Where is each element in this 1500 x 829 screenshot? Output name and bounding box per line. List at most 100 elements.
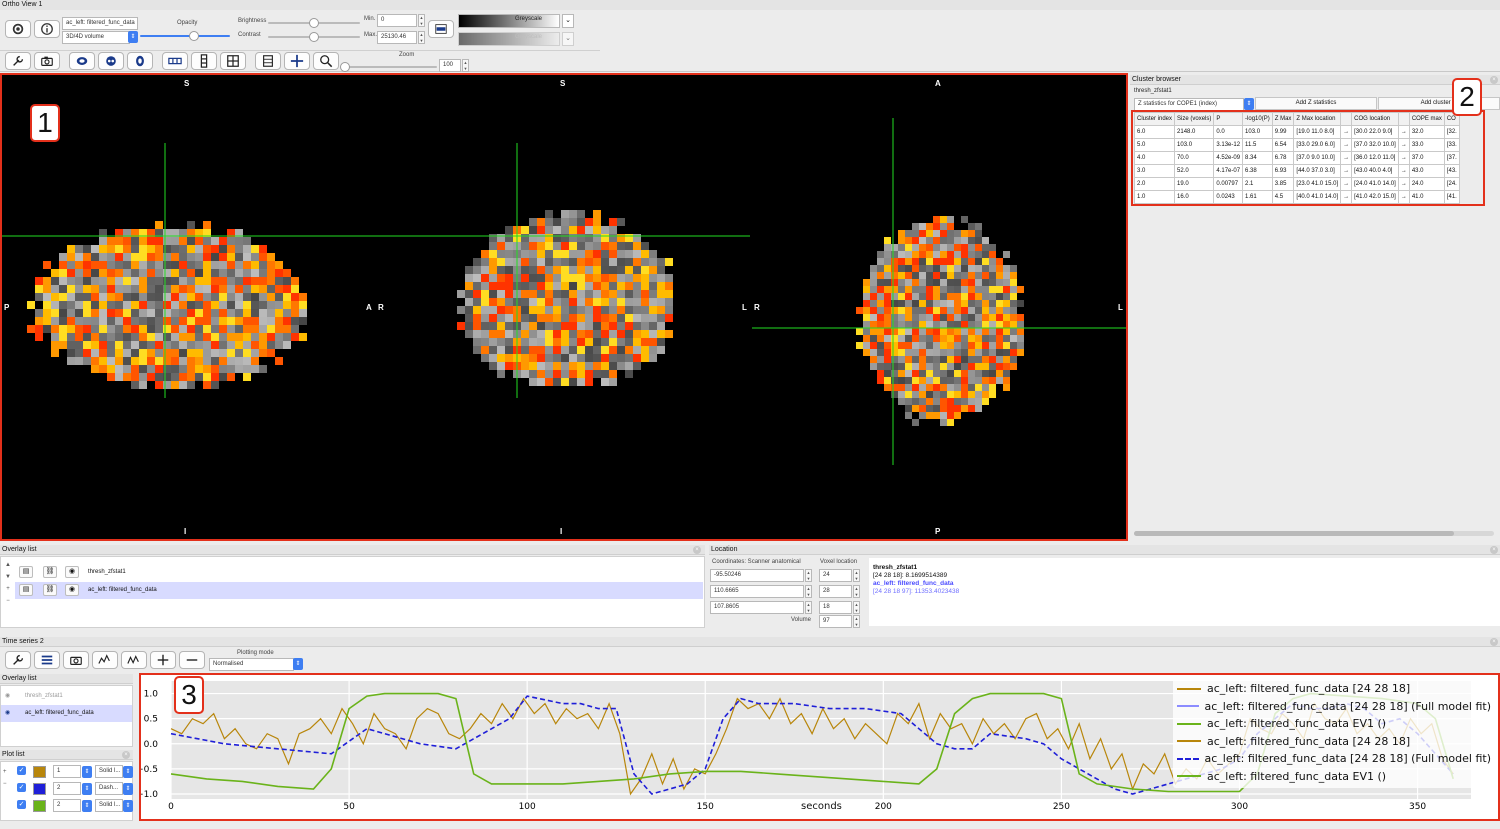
grid-layout-icon[interactable] (220, 52, 246, 70)
camera-icon[interactable] (63, 651, 89, 669)
plot-color-swatch[interactable] (33, 800, 46, 812)
zoom-slider[interactable] (340, 62, 437, 72)
save-icon[interactable]: ▤ (19, 566, 33, 578)
contrast-slider-knob[interactable] (309, 32, 319, 42)
eye-icon[interactable]: ◉ (65, 584, 79, 596)
plot-list-controls[interactable]: + − (3, 766, 7, 790)
overlay-list-controls[interactable]: ▲ ▼ + − (3, 559, 13, 623)
vertical-layout-icon[interactable] (191, 52, 217, 70)
chevron-down-icon[interactable]: ⇕ (82, 783, 92, 795)
close-icon[interactable]: × (1490, 638, 1498, 646)
plotting-mode-select[interactable]: Normalised (209, 658, 294, 671)
voxel-z-field[interactable]: 18 (819, 601, 852, 614)
min-field[interactable]: 0 (377, 14, 417, 27)
opacity-slider[interactable] (140, 31, 230, 41)
sagittal-view-icon[interactable] (69, 52, 95, 70)
plot-color-swatch[interactable] (33, 766, 46, 778)
close-icon[interactable]: × (1490, 546, 1498, 554)
link-icon[interactable]: ⛓ (43, 584, 57, 596)
add-z-statistics-button[interactable]: Add Z statistics (1255, 97, 1377, 110)
plot-export-icon[interactable] (121, 651, 147, 669)
eye-icon[interactable]: ◉ (5, 705, 10, 722)
chevron-down-icon[interactable]: ⇕ (123, 766, 133, 778)
plot-width-field[interactable]: 1 (53, 765, 81, 778)
overlay-list-item-selected[interactable]: ▤ ⛓ ◉ ac_left: filtered_func_data (15, 582, 703, 599)
zoom-slider-knob[interactable] (340, 62, 350, 72)
colourmap-select-2[interactable]: Greyscale (458, 32, 560, 46)
voxel-y-stepper[interactable]: ▲ ▼ (853, 585, 860, 598)
overlay-type-select[interactable]: 3D/4D volume (62, 31, 130, 44)
overlay-list-item[interactable]: ▤ ⛓ ◉ thresh_zfstat1 (15, 564, 703, 581)
close-icon[interactable]: × (122, 751, 130, 759)
zoom-field[interactable]: 100 (439, 59, 461, 72)
chevron-down-icon[interactable]: ⇕ (128, 31, 138, 43)
volume-stepper[interactable]: ▲ ▼ (853, 615, 860, 628)
colourmap-icon[interactable] (428, 20, 454, 38)
chevron-down-icon[interactable]: ⇕ (293, 658, 303, 670)
save-icon[interactable]: ▤ (19, 584, 33, 596)
search-icon[interactable] (313, 52, 339, 70)
coronal-view-icon[interactable] (98, 52, 124, 70)
chevron-down-icon[interactable]: ⇕ (82, 800, 92, 812)
camera-icon[interactable] (34, 52, 60, 70)
wrench-icon[interactable] (5, 651, 31, 669)
plot-width-field[interactable]: 2 (53, 799, 81, 812)
horizontal-scrollbar[interactable] (1134, 531, 1494, 536)
plot-import-icon[interactable] (92, 651, 118, 669)
overlay-name-field[interactable]: ac_left: filtered_func_data (62, 17, 138, 30)
chevron-down-icon[interactable]: ⌄ (562, 32, 574, 46)
opacity-slider-knob[interactable] (189, 31, 199, 41)
eye-icon[interactable]: ◉ (5, 688, 10, 705)
plot-width-field[interactable]: 2 (53, 782, 81, 795)
plot-color-swatch[interactable] (33, 783, 46, 795)
brightness-slider[interactable] (268, 18, 360, 28)
ts-overlay-item-selected[interactable]: ◉ ac_left: filtered_func_data (1, 705, 132, 722)
close-icon[interactable]: × (693, 546, 701, 554)
chevron-down-icon[interactable]: ⌄ (562, 14, 574, 28)
voxel-y-field[interactable]: 28 (819, 585, 852, 598)
remove-plot-icon[interactable] (179, 651, 205, 669)
link-icon[interactable]: ⛓ (43, 566, 57, 578)
ts-overlay-item[interactable]: ◉ thresh_zfstat1 (1, 688, 132, 705)
horizontal-layout-icon[interactable] (162, 52, 188, 70)
voxel-x-stepper[interactable]: ▲ ▼ (853, 569, 860, 582)
voxel-z-stepper[interactable]: ▲ ▼ (853, 601, 860, 614)
eye-icon[interactable]: ◉ (65, 566, 79, 578)
coord-y-field[interactable]: 110.6665 (710, 585, 804, 598)
scrollbar-thumb[interactable] (1134, 531, 1454, 536)
contrast-slider[interactable] (268, 32, 360, 42)
min-stepper[interactable]: ▲ ▼ (418, 14, 425, 27)
chevron-down-icon[interactable]: ⇕ (123, 800, 133, 812)
plot-style-field[interactable]: Solid l... (95, 799, 123, 812)
checkbox-icon[interactable]: ✓ (17, 766, 26, 775)
max-stepper[interactable]: ▲ ▼ (418, 31, 425, 44)
coord-z-stepper[interactable]: ▲ ▼ (805, 601, 812, 614)
plot-list-row[interactable]: ✓ 1 ⇕ Solid l... ⇕ (15, 764, 133, 781)
zoom-stepper[interactable]: ▲ ▼ (462, 59, 469, 72)
chevron-down-icon[interactable]: ⇕ (1244, 98, 1254, 110)
wrench-icon[interactable] (5, 52, 31, 70)
max-field[interactable]: 25130.46 (377, 31, 417, 44)
volume-field[interactable]: 97 (819, 615, 852, 628)
brightness-slider-knob[interactable] (309, 18, 319, 28)
plot-list-row[interactable]: ✓ 2 ⇕ Solid l... ⇕ (15, 798, 133, 815)
plot-list-row[interactable]: ✓ 2 ⇕ Dash... ⇕ (15, 781, 133, 798)
chevron-down-icon[interactable]: ⇕ (123, 783, 133, 795)
coord-z-field[interactable]: 107.8605 (710, 601, 804, 614)
chevron-down-icon[interactable]: ⇕ (82, 766, 92, 778)
coord-y-stepper[interactable]: ▲ ▼ (805, 585, 812, 598)
coord-x-stepper[interactable]: ▲ ▼ (805, 569, 812, 582)
axial-view-icon[interactable] (127, 52, 153, 70)
gear-icon[interactable] (5, 20, 31, 38)
add-plot-icon[interactable] (150, 651, 176, 669)
checkbox-icon[interactable]: ✓ (17, 800, 26, 809)
colourmap-select-1[interactable]: Greyscale (458, 14, 560, 28)
plot-style-field[interactable]: Solid l... (95, 765, 123, 778)
checkbox-icon[interactable]: ✓ (17, 783, 26, 792)
close-icon[interactable]: × (1490, 76, 1498, 84)
voxel-x-field[interactable]: 24 (819, 569, 852, 582)
plot-style-field[interactable]: Dash... (95, 782, 123, 795)
coord-x-field[interactable]: -95.50246 (710, 569, 804, 582)
info-icon[interactable] (34, 20, 60, 38)
movie-mode-icon[interactable] (255, 52, 281, 70)
